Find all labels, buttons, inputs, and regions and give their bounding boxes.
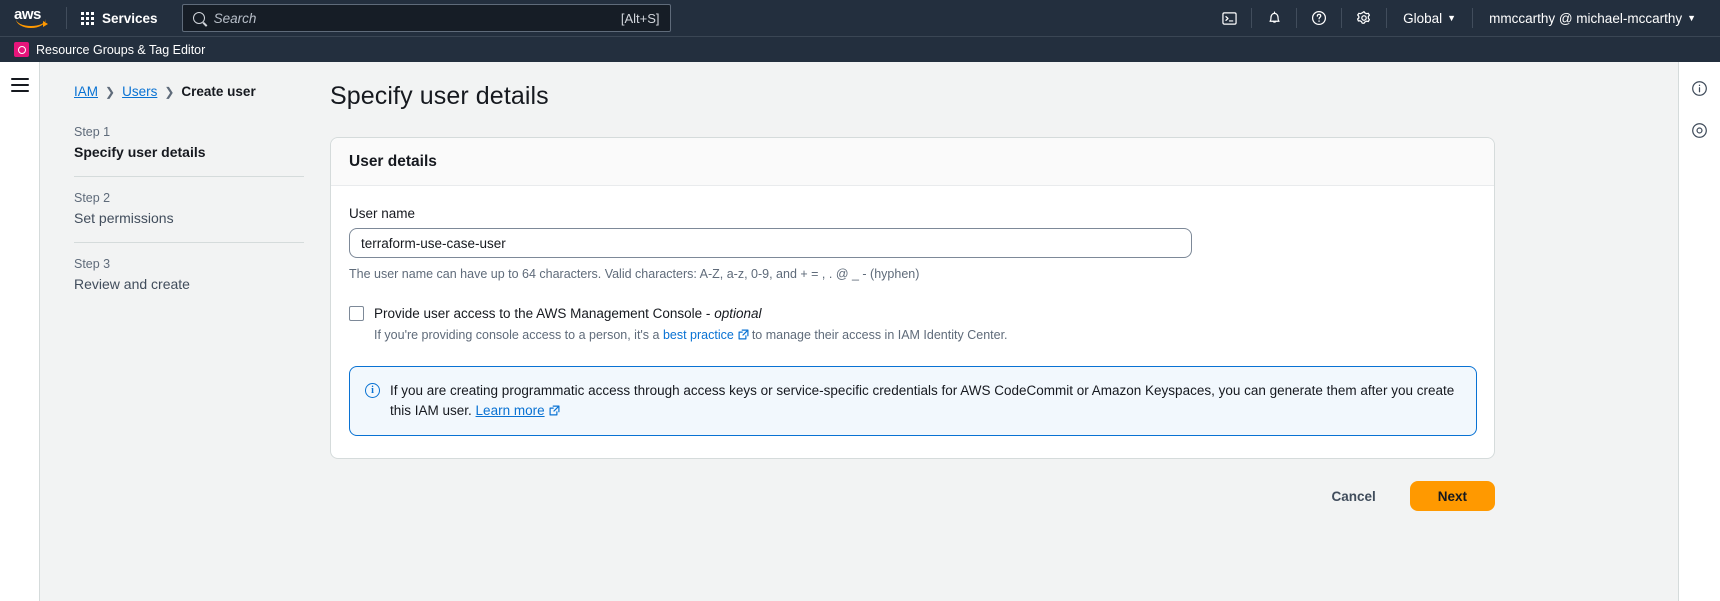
aws-logo-smile [16, 19, 48, 28]
grid-icon [81, 11, 94, 25]
services-label: Services [102, 10, 158, 26]
user-name-constraint-text: The user name can have up to 64 characte… [349, 267, 920, 281]
global-search-bar[interactable]: [Alt+S] [181, 4, 671, 32]
account-label: mmccarthy @ michael-mccarthy [1489, 10, 1683, 26]
user-details-card-title: User details [349, 153, 437, 170]
user-name-label: User name [349, 206, 416, 221]
console-access-row: Provide user access to the AWS Managemen… [349, 305, 1476, 344]
nav-divider [1386, 8, 1388, 28]
console-access-checkbox[interactable] [349, 306, 364, 321]
console-access-desc-pre: If you're providing console access to a … [374, 328, 663, 342]
nav-divider [1341, 8, 1343, 28]
chevron-right-icon: ❯ [105, 84, 116, 99]
shortcuts-icon[interactable] [1686, 116, 1714, 144]
info-alert-text-wrapper: If you are creating programmatic access … [390, 381, 1460, 421]
nav-divider [1251, 8, 1253, 28]
wizard-step-2-number: Step 2 [74, 191, 111, 205]
console-access-description: If you're providing console access to a … [374, 327, 1008, 344]
best-practice-link[interactable]: best practice [663, 328, 734, 342]
resource-groups-link[interactable]: Resource Groups & Tag Editor [36, 43, 205, 57]
wizard-step-2[interactable]: Step 2 Set permissions [74, 176, 304, 242]
nav-divider [66, 7, 67, 29]
chevron-down-icon: ▼ [1447, 12, 1457, 23]
wizard-step-3-label: Review and create [74, 276, 190, 292]
user-name-input[interactable] [349, 228, 1192, 258]
breadcrumb-item-iam[interactable]: IAM [74, 84, 98, 99]
breadcrumb-item-create-user: Create user [181, 84, 256, 99]
nav-divider [1296, 8, 1298, 28]
wizard-step-3-number: Step 3 [74, 257, 111, 271]
external-link-icon [738, 329, 749, 340]
wizard-step-1-label: Specify user details [74, 144, 206, 160]
info-alert: i If you are creating programmatic acces… [349, 366, 1477, 436]
top-navigation-bar: aws Services [Alt+S] [0, 0, 1720, 36]
wizard-footer-actions: Cancel Next [330, 481, 1495, 511]
main-content: Specify user details User details User n… [330, 62, 1678, 601]
wizard-sidebar: IAM ❯ Users ❯ Create user Step 1 Specify… [40, 62, 330, 601]
console-access-label-main: Provide user access to the AWS Managemen… [374, 306, 711, 321]
info-panel-icon[interactable] [1686, 74, 1714, 102]
wizard-step-3[interactable]: Step 3 Review and create [74, 242, 304, 308]
hamburger-menu-icon[interactable] [10, 78, 29, 601]
wizard-step-2-label: Set permissions [74, 210, 174, 226]
user-details-card-body: User name The user name can have up to 6… [331, 186, 1494, 458]
account-menu[interactable]: mmccarthy @ michael-mccarthy ▼ [1477, 4, 1708, 33]
page-container: IAM ❯ Users ❯ Create user Step 1 Specify… [0, 62, 1720, 601]
region-selector[interactable]: Global ▼ [1391, 4, 1468, 33]
chevron-right-icon: ❯ [164, 84, 175, 99]
wizard-step-1-number: Step 1 [74, 125, 111, 139]
user-details-card-header: User details [331, 138, 1494, 186]
region-label: Global [1403, 10, 1443, 26]
nav-divider [1472, 8, 1474, 28]
favorites-bar: Resource Groups & Tag Editor [0, 36, 1720, 62]
cancel-button[interactable]: Cancel [1319, 483, 1387, 510]
search-shortcut-hint: [Alt+S] [620, 10, 660, 26]
cloudshell-icon[interactable] [1211, 0, 1247, 36]
breadcrumb-item-users[interactable]: Users [122, 84, 157, 99]
sidebar-toggle-column [0, 62, 40, 601]
chevron-down-icon: ▼ [1687, 12, 1696, 23]
gear-icon[interactable] [1346, 0, 1382, 36]
search-input[interactable] [213, 10, 613, 26]
notifications-icon[interactable] [1256, 0, 1292, 36]
help-icon[interactable] [1301, 0, 1337, 36]
breadcrumb: IAM ❯ Users ❯ Create user [74, 84, 304, 99]
wizard-step-1[interactable]: Step 1 Specify user details [74, 121, 304, 176]
learn-more-link[interactable]: Learn more [476, 403, 545, 418]
next-button[interactable]: Next [1409, 481, 1495, 511]
resource-groups-icon [14, 42, 29, 57]
external-link-icon [549, 405, 560, 416]
console-access-optional-tag: optional [714, 306, 762, 321]
search-icon [192, 12, 205, 24]
user-details-card: User details User name The user name can… [330, 137, 1495, 459]
top-nav-right-group: Global ▼ mmccarthy @ michael-mccarthy ▼ [1211, 0, 1708, 36]
services-menu-button[interactable]: Services [71, 5, 168, 32]
console-access-label[interactable]: Provide user access to the AWS Managemen… [374, 305, 1008, 322]
page-title: Specify user details [330, 82, 549, 110]
aws-logo[interactable]: aws [14, 6, 52, 30]
right-utility-rail [1678, 62, 1720, 601]
info-icon: i [365, 383, 380, 398]
console-access-desc-post: to manage their access in IAM Identity C… [751, 328, 1008, 342]
